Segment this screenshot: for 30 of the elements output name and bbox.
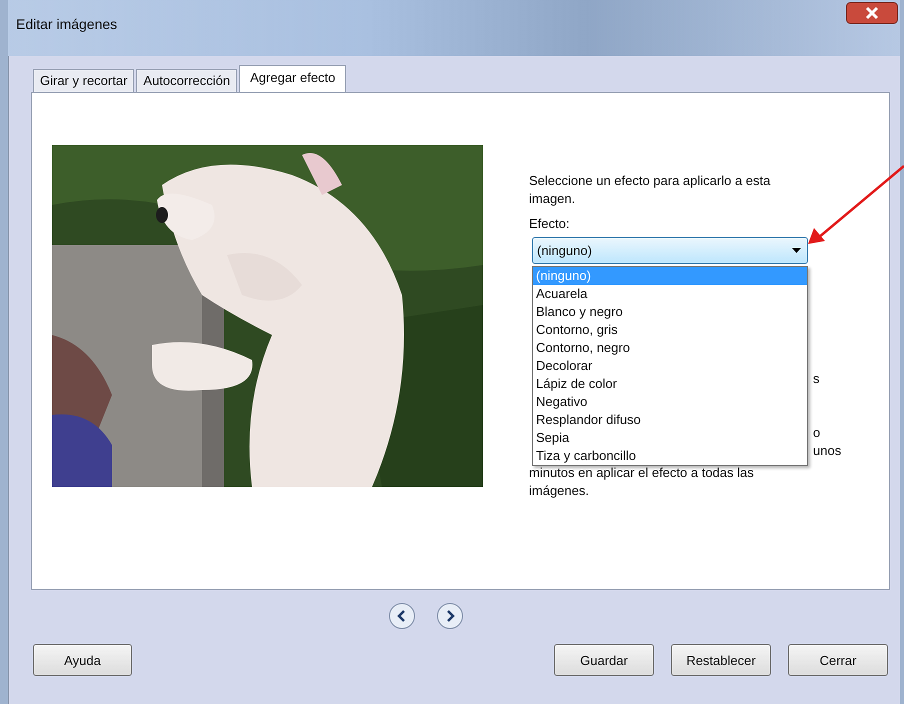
note-text: o: [813, 424, 820, 442]
note-text: imágenes.: [529, 482, 590, 500]
previous-button[interactable]: [388, 602, 416, 630]
effect-option[interactable]: Negativo: [533, 393, 807, 411]
help-button[interactable]: Ayuda: [33, 644, 132, 676]
close-icon[interactable]: [846, 2, 898, 24]
tab[interactable]: Girar y recortar: [33, 69, 134, 92]
window-title: Editar imágenes: [16, 16, 118, 32]
effect-option[interactable]: Lápiz de color: [533, 375, 807, 393]
effect-option[interactable]: Resplandor difuso: [533, 411, 807, 429]
next-button[interactable]: [436, 602, 464, 630]
tab[interactable]: Autocorrección: [136, 69, 238, 92]
dialog-button[interactable]: Restablecer: [671, 644, 771, 676]
effect-option[interactable]: Contorno, negro: [533, 339, 807, 357]
effect-option[interactable]: Blanco y negro: [533, 303, 807, 321]
effect-label: Efecto:: [529, 215, 570, 233]
caret-icon: [792, 248, 801, 253]
effect-option[interactable]: Decolorar: [533, 357, 807, 375]
effect-option[interactable]: Acuarela: [533, 285, 807, 303]
effect-option[interactable]: Tiza y carboncillo: [533, 447, 807, 465]
effect-dropdown[interactable]: (ninguno): [532, 237, 808, 264]
note-text: minutos en aplicar el efecto a todas las: [529, 464, 755, 482]
note-text: s: [813, 370, 820, 388]
note-text: unos: [813, 442, 842, 460]
tab[interactable]: Agregar efecto: [239, 65, 346, 92]
effect-option[interactable]: Contorno, gris: [533, 321, 807, 339]
effect-option[interactable]: Sepia: [533, 429, 807, 447]
dialog-button[interactable]: Guardar: [554, 644, 654, 676]
dialog-button[interactable]: Cerrar: [788, 644, 888, 676]
instructions-text: Seleccione un efecto para aplicarlo a esta imagen.: [529, 172, 772, 208]
